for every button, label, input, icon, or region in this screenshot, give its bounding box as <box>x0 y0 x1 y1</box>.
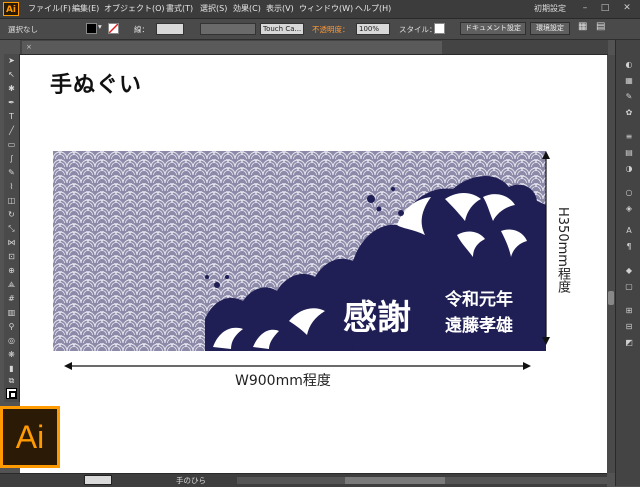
menu-bar: Ai ファイル(F) 編集(E) オブジェクト(O) 書式(T) 選択(S) 効… <box>0 0 640 19</box>
close-icon[interactable]: ✕ <box>620 2 634 15</box>
perspective-grid-tool-icon[interactable]: ⟁ <box>6 280 17 290</box>
height-dimension-arrow <box>542 151 550 345</box>
tenugui-design[interactable]: 感謝 令和元年 遠藤孝雄 <box>53 151 546 351</box>
width-dimension-label: W900mm程度 <box>235 373 331 389</box>
fill-swatch[interactable] <box>86 23 97 34</box>
menu-select[interactable]: 選択(S) <box>200 3 227 14</box>
arrange-icon[interactable]: ▤ <box>596 21 605 32</box>
gradient-tool-icon[interactable]: ▥ <box>6 308 17 318</box>
document-heading: 手ぬぐい <box>50 72 143 98</box>
character-panel-icon[interactable]: A <box>623 226 635 236</box>
zoom-field[interactable] <box>84 475 112 485</box>
minimize-icon[interactable]: – <box>578 2 592 15</box>
panel-dock: ◐ ▦ ✎ ✿ ≡ ▤ ◑ ○ ◈ A ¶ ◆ ▢ ⊞ ⊟ ◩ <box>615 40 640 486</box>
line-tool-icon[interactable]: ╱ <box>6 126 17 136</box>
selection-state: 選択なし <box>8 25 38 34</box>
vertical-scrollbar[interactable] <box>607 55 615 473</box>
maximize-icon[interactable]: □ <box>598 2 612 15</box>
illustrator-logo: Ai <box>0 406 60 468</box>
column-graph-tool-icon[interactable]: ▮ <box>6 364 17 374</box>
design-main-text: 感謝 <box>343 298 411 338</box>
vertical-scroll-thumb[interactable] <box>608 291 614 305</box>
app-logo: Ai <box>3 2 19 16</box>
pen-tool-icon[interactable]: ✒ <box>6 98 17 108</box>
transparency-panel-icon[interactable]: ◑ <box>623 164 635 174</box>
menu-edit[interactable]: 編集(E) <box>72 3 99 14</box>
pencil-tool-icon[interactable]: ✎ <box>6 168 17 178</box>
artboard-canvas[interactable]: 手ぬぐい 感謝 令和元年 遠藤孝雄 W900mm程度 H350mm程度 <box>20 55 607 473</box>
rotate-tool-icon[interactable]: ↻ <box>6 210 17 220</box>
align-icon[interactable]: ▦ <box>578 21 587 32</box>
stroke-color-icon[interactable] <box>9 391 17 399</box>
artboards-panel-icon[interactable]: ▢ <box>623 282 635 292</box>
chevron-down-icon[interactable]: ▾ <box>98 22 102 31</box>
stroke-label: 線： <box>134 25 149 34</box>
stroke-panel-icon[interactable]: ≡ <box>623 132 635 142</box>
document-tab[interactable]: × <box>22 41 442 54</box>
scale-tool-icon[interactable]: ⤡ <box>6 224 17 234</box>
color-panel-icon[interactable]: ◐ <box>623 60 635 70</box>
menu-file[interactable]: ファイル(F) <box>28 3 71 14</box>
type-tool-icon[interactable]: T <box>6 112 17 122</box>
gradient-panel-icon[interactable]: ▤ <box>623 148 635 158</box>
stroke-weight-field[interactable] <box>156 23 184 35</box>
blob-brush-tool-icon[interactable]: ⌇ <box>6 182 17 192</box>
transform-panel-icon[interactable]: ⊞ <box>623 306 635 316</box>
eyedropper-tool-icon[interactable]: ⚲ <box>6 322 17 332</box>
document-tab-bar: × <box>20 40 608 55</box>
opacity-field[interactable]: 100% <box>356 23 390 35</box>
menu-view[interactable]: 表示(V) <box>266 3 294 14</box>
document-setup-button[interactable]: ドキュメント設定 <box>460 22 526 35</box>
blend-tool-icon[interactable]: ◎ <box>6 336 17 346</box>
paintbrush-tool-icon[interactable]: ∫ <box>6 154 17 164</box>
mesh-tool-icon[interactable]: # <box>6 294 17 304</box>
opacity-label[interactable]: 不透明度： <box>312 24 350 35</box>
menu-window[interactable]: ウィンドウ(W) <box>299 3 353 14</box>
menu-object[interactable]: オブジェクト(O) <box>104 3 165 14</box>
none-slash-icon <box>109 24 118 33</box>
illustrator-logo-text: Ai <box>15 419 45 455</box>
appearance-panel-icon[interactable]: ○ <box>623 188 635 198</box>
menu-type[interactable]: 書式(T) <box>166 3 193 14</box>
rectangle-tool-icon[interactable]: ▭ <box>6 140 17 150</box>
design-sub-text-2: 遠藤孝雄 <box>445 315 513 336</box>
variable-width-profile[interactable] <box>200 23 256 35</box>
shape-builder-tool-icon[interactable]: ⊕ <box>6 266 17 276</box>
symbols-panel-icon[interactable]: ✿ <box>623 108 635 118</box>
brushes-panel-icon[interactable]: ✎ <box>623 92 635 102</box>
height-dimension-label: H350mm程度 <box>555 207 570 293</box>
eraser-tool-icon[interactable]: ◫ <box>6 196 17 206</box>
menu-effect[interactable]: 効果(C) <box>233 3 261 14</box>
paragraph-panel-icon[interactable]: ¶ <box>623 242 635 252</box>
swatches-panel-icon[interactable]: ▦ <box>623 76 635 86</box>
layers-panel-icon[interactable]: ◆ <box>623 266 635 276</box>
style-label: スタイル： <box>399 25 437 34</box>
artboard-tool-icon[interactable]: ⧉ <box>6 376 17 386</box>
tools-panel: ➤ ↖ ✱ ✒ T ╱ ▭ ∫ ✎ ⌇ ◫ ↻ ⤡ ⋈ ⊡ ⊕ ⟁ # ▥ ⚲ … <box>4 54 20 402</box>
design-sub-text-1: 令和元年 <box>445 289 513 310</box>
horizontal-scrollbar[interactable] <box>237 477 607 484</box>
stroke-swatch[interactable] <box>108 23 119 34</box>
symbol-sprayer-tool-icon[interactable]: ❋ <box>6 350 17 360</box>
graphic-style-swatch[interactable] <box>434 23 445 34</box>
selection-tool-icon[interactable]: ➤ <box>6 56 17 66</box>
status-bar: 手のひら <box>0 473 607 487</box>
horizontal-scroll-thumb[interactable] <box>345 477 445 484</box>
graphic-styles-panel-icon[interactable]: ◈ <box>623 204 635 214</box>
control-bar: 選択なし ▾ 線： Touch Ca... 不透明度： 100% スタイル： ド… <box>0 19 640 40</box>
align-panel-icon[interactable]: ⊟ <box>623 322 635 332</box>
magic-wand-tool-icon[interactable]: ✱ <box>6 84 17 94</box>
menu-help[interactable]: ヘルプ(H) <box>355 3 391 14</box>
status-tool-label[interactable]: 手のひら <box>176 475 206 486</box>
width-tool-icon[interactable]: ⋈ <box>6 238 17 248</box>
brush-definition[interactable]: Touch Ca... <box>260 23 304 35</box>
free-transform-tool-icon[interactable]: ⊡ <box>6 252 17 262</box>
tab-close-icon[interactable]: × <box>26 41 32 54</box>
preferences-button[interactable]: 環境設定 <box>530 22 570 35</box>
direct-selection-tool-icon[interactable]: ↖ <box>6 70 17 80</box>
pathfinder-panel-icon[interactable]: ◩ <box>623 338 635 348</box>
workspace-switcher[interactable]: 初期設定 <box>534 3 566 14</box>
